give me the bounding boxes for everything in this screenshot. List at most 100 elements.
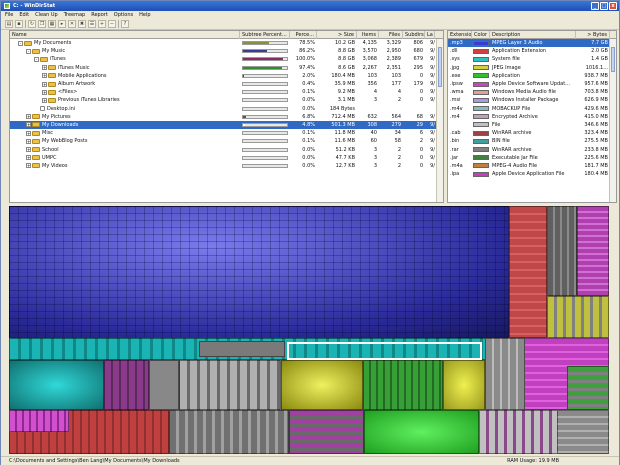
explorer-icon[interactable]: ▦ — [48, 20, 56, 28]
treemap-block[interactable] — [485, 338, 525, 410]
extension-row[interactable]: .m4a MPEG-4 Audio File 181.7 MB — [448, 162, 616, 170]
treemap-block[interactable] — [547, 296, 609, 338]
tree-row[interactable]: + My Downloads 4.8% 501.3 MB 308 279 29 9/ — [10, 120, 443, 130]
extension-row[interactable]: .ipsw Apple Device Software Updat... 957.6… — [448, 80, 616, 88]
open-icon[interactable]: ▤ — [5, 20, 13, 28]
treemap-block[interactable] — [289, 410, 364, 454]
expand-toggle-icon[interactable]: + — [42, 65, 47, 71]
menu-item[interactable]: Report — [91, 12, 108, 18]
treemap-block[interactable] — [557, 410, 609, 454]
treemap-block[interactable] — [104, 360, 149, 410]
tree-row[interactable]: + Album Artwork 0.4% 35.9 MB 356 177 179 9/ — [10, 80, 443, 88]
tree-row[interactable]: + School 0.0% 51.2 KB 3 2 0 9/ — [10, 145, 443, 153]
treemap-block[interactable] — [577, 206, 609, 296]
title-bar[interactable]: C: - WinDirStat _ □ x — [1, 1, 619, 11]
treemap-block[interactable] — [149, 360, 179, 410]
treemap-block[interactable] — [443, 360, 485, 410]
extension-column-header[interactable]: Description — [490, 31, 576, 39]
menu-item[interactable]: Options — [114, 12, 133, 18]
extension-column-header[interactable]: > Bytes — [576, 31, 610, 39]
treemap-block[interactable] — [9, 360, 104, 410]
treemap-block[interactable] — [363, 360, 443, 410]
tree-row[interactable]: + UMPC 0.0% 47.7 KB 3 2 0 9/ — [10, 154, 443, 162]
copy-icon[interactable]: ❐ — [38, 20, 46, 28]
tree-scrollbar[interactable] — [436, 39, 443, 202]
tree-column-header[interactable]: Subdirs — [403, 31, 425, 39]
tree-column-header[interactable]: La — [425, 31, 435, 39]
treemap-block[interactable] — [199, 341, 285, 357]
zoom-in-icon[interactable]: + — [98, 20, 106, 28]
minimize-button[interactable]: _ — [591, 2, 599, 10]
menu-item[interactable]: Help — [139, 12, 150, 18]
tree-row[interactable]: + iTunes Music 97.4% 8.6 GB 2,267 2,351 295 9/ — [10, 64, 443, 72]
menu-item[interactable]: Clean Up — [35, 12, 58, 18]
tree-row[interactable]: + My WebBlog Posts 0.1% 11.6 MB 60 58 2 9/ — [10, 137, 443, 145]
tree-row[interactable]: + Previous iTunes Libraries 0.0% 3.1 MB 3 2 0 9… — [10, 96, 443, 104]
expand-toggle-icon[interactable]: + — [26, 138, 31, 144]
menu-item[interactable]: File — [5, 12, 13, 18]
tree-row[interactable]: + <Files> 0.1% 9.2 MB 4 4 0 9/ — [10, 88, 443, 96]
extension-row[interactable]: .wma Windows Media Audio file 703.8 MB — [448, 88, 616, 96]
expand-toggle-icon[interactable]: + — [26, 155, 31, 161]
tree-column-header[interactable]: Name — [10, 31, 240, 39]
help-icon[interactable]: ? — [121, 20, 129, 28]
treemap-block[interactable] — [364, 410, 479, 454]
properties-icon[interactable]: ☰ — [88, 20, 96, 28]
extension-row[interactable]: .dll Application Extension 2.0 GB — [448, 47, 616, 55]
menu-item[interactable]: Edit — [19, 12, 29, 18]
extension-scrollbar[interactable] — [609, 39, 616, 202]
tree-column-header[interactable]: Subtree Percent... — [240, 31, 290, 39]
extension-row[interactable]: .ipa Apple Device Application File 180.4 M… — [448, 170, 616, 178]
expand-toggle-icon[interactable]: + — [26, 147, 31, 153]
treemap-block[interactable] — [9, 410, 69, 432]
extension-row[interactable]: .mp3 MPEG Layer 3 Audio 7.7 GB — [448, 39, 616, 48]
treemap-view[interactable] — [9, 206, 609, 454]
refresh-icon[interactable]: ↻ — [28, 20, 36, 28]
delete-x-icon[interactable]: ✖ — [78, 20, 86, 28]
treemap-block[interactable] — [169, 410, 289, 454]
extension-row[interactable]: .m4v MOBACKUP File 429.6 MB — [448, 105, 616, 113]
expand-toggle-icon[interactable]: - — [18, 40, 23, 46]
expand-toggle-icon[interactable]: + — [26, 130, 31, 136]
expand-toggle-icon[interactable]: + — [26, 163, 31, 169]
tree-column-header[interactable]: > Size — [317, 31, 357, 39]
tree-row[interactable]: Desktop.ini 0.0% 184 Bytes — [10, 105, 443, 113]
extension-row[interactable]: .sys System file 1.4 GB — [448, 55, 616, 63]
expand-toggle-icon[interactable]: + — [26, 114, 31, 120]
menu-item[interactable]: Treemap — [64, 12, 86, 18]
expand-toggle-icon[interactable]: + — [42, 81, 47, 87]
tree-row[interactable]: - My Music 86.2% 8.8 GB 3,570 2,950 680 9/ — [10, 47, 443, 55]
extension-row[interactable]: .bin BIN file 275.5 MB — [448, 137, 616, 145]
delete-icon[interactable]: ✕ — [68, 20, 76, 28]
close-button[interactable]: x — [609, 2, 617, 10]
treemap-block[interactable] — [547, 206, 577, 296]
expand-toggle-icon[interactable]: - — [34, 56, 39, 62]
extension-row[interactable]: .rar WinRAR archive 233.8 MB — [448, 145, 616, 153]
extension-row[interactable]: .msi Windows Installer Package 626.9 MB — [448, 96, 616, 104]
maximize-button[interactable]: □ — [600, 2, 608, 10]
save-icon[interactable]: ▪ — [15, 20, 23, 28]
extension-scroll-thumb[interactable] — [611, 47, 615, 72]
expand-toggle-icon[interactable]: + — [26, 122, 31, 128]
extension-row[interactable]: .cab WinRAR archive 323.4 MB — [448, 129, 616, 137]
tree-row[interactable]: + My Pictures 6.8% 712.4 MB 632 564 68 9/ — [10, 113, 443, 121]
tree-row[interactable]: - My Documents 78.5% 10.2 GB 4,135 3,329 806 9/ — [10, 39, 443, 47]
tree-row[interactable]: + My Videos 0.0% 12.7 KB 3 2 0 9/ — [10, 162, 443, 170]
command-icon[interactable]: ▸ — [58, 20, 66, 28]
expand-toggle-icon[interactable]: + — [42, 97, 47, 103]
extension-row[interactable]: .exe Application 938.7 MB — [448, 72, 616, 80]
extension-row[interactable]: .jpg JPEG Image 1016.1... — [448, 64, 616, 72]
treemap-block[interactable] — [179, 360, 281, 410]
tree-scroll-thumb[interactable] — [438, 47, 442, 87]
extension-row[interactable]: .m4 Encrypted Archive 415.0 MB — [448, 113, 616, 121]
extension-row[interactable]: .jar Executable Jar File 225.6 MB — [448, 154, 616, 162]
expand-toggle-icon[interactable]: + — [42, 73, 47, 79]
expand-toggle-icon[interactable]: + — [42, 89, 47, 95]
tree-column-header[interactable]: Perce... — [290, 31, 317, 39]
extension-row[interactable]: File 346.6 MB — [448, 121, 616, 129]
tree-column-header[interactable]: Files — [379, 31, 403, 39]
zoom-out-icon[interactable]: − — [108, 20, 116, 28]
extension-column-header[interactable]: Extension — [448, 31, 472, 39]
extension-column-header[interactable]: Color — [472, 31, 490, 39]
treemap-block[interactable] — [281, 360, 363, 410]
